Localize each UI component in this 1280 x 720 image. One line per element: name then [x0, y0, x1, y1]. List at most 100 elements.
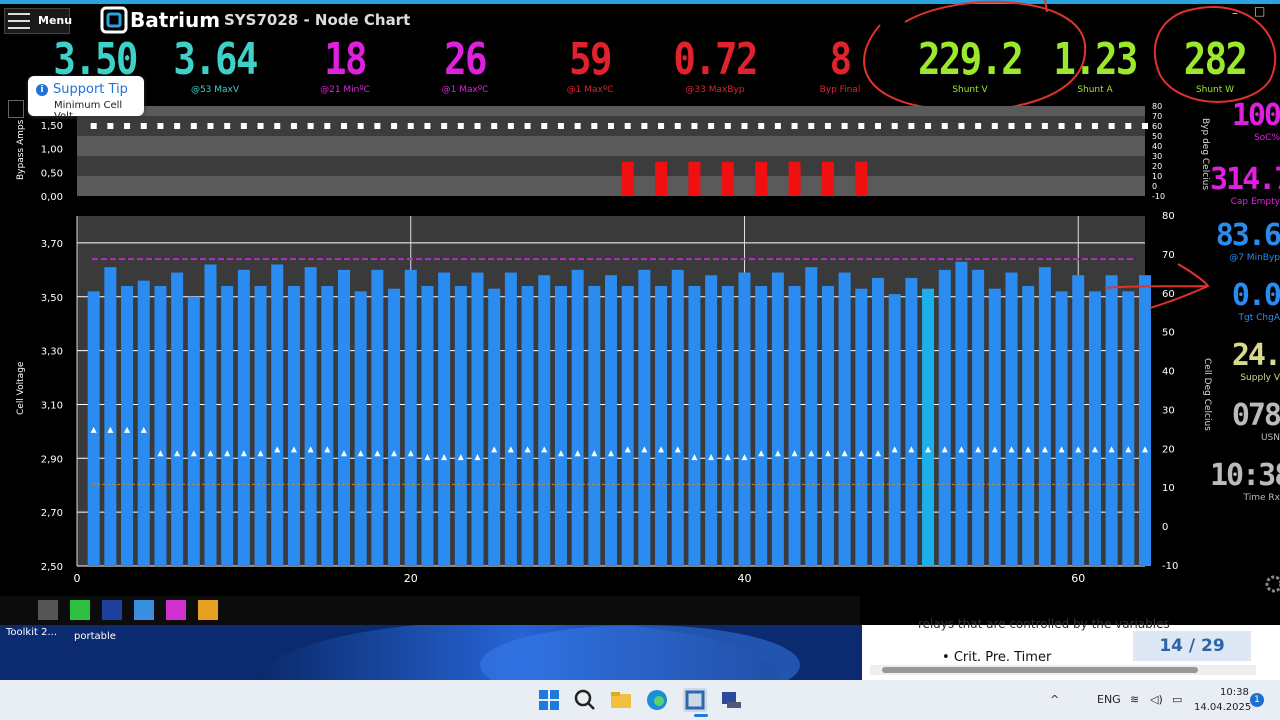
bypass-temp-marker: [708, 123, 715, 129]
metric-value: 59: [569, 34, 612, 85]
desktop-icon-label[interactable]: Toolkit 2...: [6, 627, 57, 638]
side-metric-value: 078: [1231, 400, 1280, 433]
bypass-temp-marker: [457, 123, 464, 129]
cell-voltage-chart: 3,703,503,303,102,902,702,500 20 40 6080706…: [41, 211, 1179, 585]
tooltip-subtitle: Minimum Cell Volt: [54, 100, 123, 122]
cell-voltage-bar: [287, 286, 300, 566]
notification-badge[interactable]: 1: [1250, 693, 1264, 707]
bypass-temp-marker: [190, 123, 197, 129]
bypass-amp-bar: [855, 161, 868, 196]
search-icon[interactable]: [573, 688, 597, 712]
batrium-app-icon[interactable]: [683, 688, 707, 712]
bypass-temp-marker: [908, 123, 915, 129]
active-app-indicator: [694, 714, 708, 717]
bypass-y-label: Bypass Amps: [16, 119, 26, 180]
cell-y2-tick: 30: [1162, 405, 1175, 416]
tray-chevron-icon[interactable]: ^: [1050, 693, 1059, 706]
cell-voltage-bar: [888, 294, 901, 566]
bypass-temp-marker: [624, 123, 631, 129]
save-icon[interactable]: [38, 600, 58, 620]
battery-tray-icon[interactable]: ▭: [1172, 693, 1182, 706]
language-indicator[interactable]: ENG: [1097, 693, 1121, 706]
bypass-temp-marker: [941, 123, 948, 129]
bypass-temp-marker: [608, 123, 614, 129]
desktop-wallpaper: [0, 625, 862, 680]
cell-voltage-bar: [388, 288, 401, 566]
thermometer-icon[interactable]: [198, 600, 218, 620]
cell-voltage-bar: [354, 291, 367, 566]
bypass-temp-marker: [991, 123, 998, 129]
bottom-toolbar: [0, 596, 860, 625]
scrollbar-thumb[interactable]: [882, 667, 1198, 673]
page-number[interactable]: 14 / 29: [1133, 631, 1251, 661]
bypass-temp-marker: [307, 123, 314, 129]
file-explorer-icon[interactable]: [609, 688, 633, 712]
bypass-y2-tick: 0: [1152, 182, 1157, 191]
horizontal-scrollbar[interactable]: [870, 665, 1256, 675]
bypass-amp-bar: [621, 161, 634, 196]
bypass-temp-marker: [524, 123, 531, 129]
edge-browser-icon[interactable]: [645, 688, 669, 712]
side-metric-tile: 10:38Time Rx: [1210, 460, 1280, 508]
pdf-viewer: relays that are controlled by the variab…: [862, 617, 1280, 680]
hamburger-icon: [8, 13, 30, 29]
side-panel-icon[interactable]: [8, 100, 24, 118]
start-icon[interactable]: [537, 688, 561, 712]
cell-voltage-bar: [938, 269, 951, 566]
desktop-icon-label[interactable]: portable: [74, 631, 116, 642]
bypass-temp-marker: [407, 123, 414, 129]
fan-icon[interactable]: [166, 600, 186, 620]
cell-voltage-bar: [371, 269, 384, 566]
bypass-temp-marker: [824, 123, 831, 129]
cell-voltage-bar: [221, 286, 234, 566]
tooltip-title: Support Tip: [53, 82, 128, 97]
bypass-y2-label: Byp deg Celcius: [1200, 118, 1210, 191]
run-icon[interactable]: [70, 600, 90, 620]
network-tool-icon[interactable]: [719, 688, 743, 712]
cell-x-tick: 60: [1071, 572, 1085, 585]
side-metric-value: 24.: [1231, 340, 1280, 373]
cell-voltage-bar: [538, 275, 551, 566]
side-metric-caption: Supply V: [1240, 373, 1280, 383]
cell-voltage-bar: [655, 286, 668, 566]
cell-voltage-bar: [588, 286, 601, 566]
volume-icon[interactable]: ◁): [1150, 693, 1163, 706]
bypass-amp-bar: [688, 161, 701, 196]
taskbar: [0, 680, 1280, 720]
battery-icon[interactable]: [134, 600, 154, 620]
chart-y-label: Cell Voltage: [16, 361, 26, 415]
cell-y2-tick: 0: [1162, 522, 1168, 533]
network-icon[interactable]: [102, 600, 122, 620]
cell-voltage-bar: [404, 269, 417, 566]
cell-voltage-bar: [337, 269, 351, 566]
cell-voltage-bar: [1105, 275, 1118, 566]
settings-gear-icon[interactable]: [1264, 574, 1280, 594]
side-metric-tile: 314.73Cap Empty: [1210, 164, 1280, 212]
cell-y-tick: 3,10: [41, 400, 63, 411]
side-metric-caption: Cap Empty: [1230, 197, 1280, 207]
cell-voltage-bar: [604, 275, 618, 566]
side-metric-tile: 24. Supply V: [1210, 340, 1280, 388]
cell-voltage-bar: [621, 286, 634, 566]
bypass-temp-marker: [424, 123, 431, 129]
bypass-temp-marker: [691, 123, 698, 129]
bypass-temp-marker: [1008, 123, 1015, 129]
cell-voltage-bar: [1005, 272, 1018, 566]
bypass-temp-marker: [1108, 123, 1115, 129]
pdf-text-line: relays that are controlled by the variab…: [918, 617, 1170, 631]
bypass-temp-marker: [324, 123, 331, 129]
cell-y-tick: 2,70: [41, 508, 63, 519]
side-metric-caption: Time Rx: [1243, 493, 1280, 503]
bypass-temp-marker: [891, 123, 898, 129]
cell-voltage-bar: [1072, 275, 1085, 566]
menu-button[interactable]: Menu: [4, 8, 72, 34]
cell-voltage-bar: [1122, 291, 1135, 566]
wifi-icon[interactable]: ≋: [1130, 693, 1139, 706]
side-metric-value: 0.0: [1231, 280, 1280, 313]
cell-voltage-bar: [438, 272, 451, 566]
clock-date[interactable]: 14.04.2025: [1194, 702, 1251, 713]
metric-tile: 26 @1 MaxºC: [420, 36, 510, 96]
cell-voltage-bar: [805, 267, 818, 566]
bypass-temp-marker: [174, 123, 181, 129]
clock-time[interactable]: 10:38: [1220, 687, 1249, 698]
